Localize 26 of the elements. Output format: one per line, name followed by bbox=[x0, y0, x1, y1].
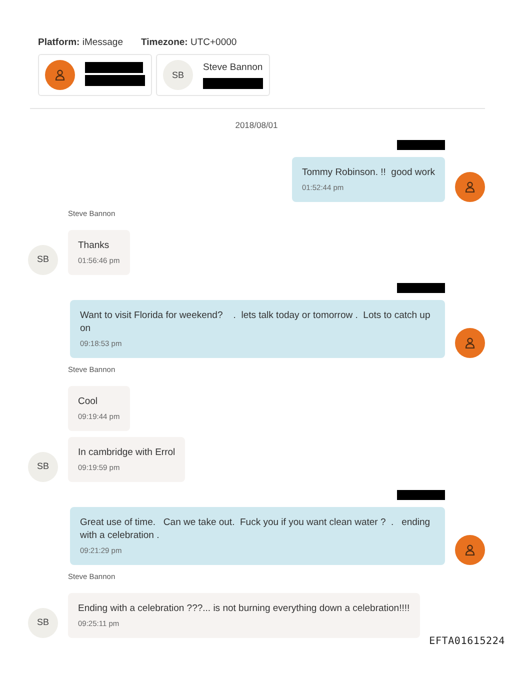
avatar-icon bbox=[455, 534, 485, 565]
participant-name: Steve Bannon bbox=[203, 61, 263, 76]
message-text: Great use of time. Can we take out. Fuck you if you want clean water ? . ending with a celebration . bbox=[80, 517, 432, 543]
avatar-initials: SB bbox=[28, 452, 58, 482]
redaction-bar bbox=[85, 62, 143, 74]
avatar-icon bbox=[45, 60, 75, 90]
message-text: Ending with a celebration ???... is not burning everything down a celebration!!!! bbox=[78, 603, 410, 616]
message-text: Tommy Robinson. !! good work bbox=[302, 167, 435, 180]
redaction-bar bbox=[397, 140, 445, 150]
message-text: Thanks bbox=[78, 240, 110, 253]
redaction-bar bbox=[397, 490, 445, 500]
message-text: Want to visit Florida for weekend? . lets talk today or tomorrow . Lots to catch up on bbox=[80, 310, 432, 336]
date-label: 2018/08/01 bbox=[234, 119, 279, 132]
redaction-bar bbox=[397, 283, 445, 294]
message-text: In cambridge with Errol bbox=[78, 447, 176, 460]
redaction-bar bbox=[85, 75, 145, 86]
avatar-initials: SB bbox=[28, 245, 58, 276]
redaction-bar bbox=[203, 78, 263, 88]
avatar-initials: SB bbox=[28, 608, 58, 638]
timezone-label: Timezone: UTC+0000 bbox=[141, 36, 237, 50]
avatar-initials: SB bbox=[163, 60, 193, 90]
platform-label: Platform: iMessage bbox=[38, 36, 124, 50]
document-id: EFTA01615224 bbox=[429, 635, 505, 649]
avatar-icon bbox=[455, 328, 485, 358]
message-text: Cool bbox=[78, 396, 99, 409]
avatar-icon bbox=[455, 172, 485, 202]
